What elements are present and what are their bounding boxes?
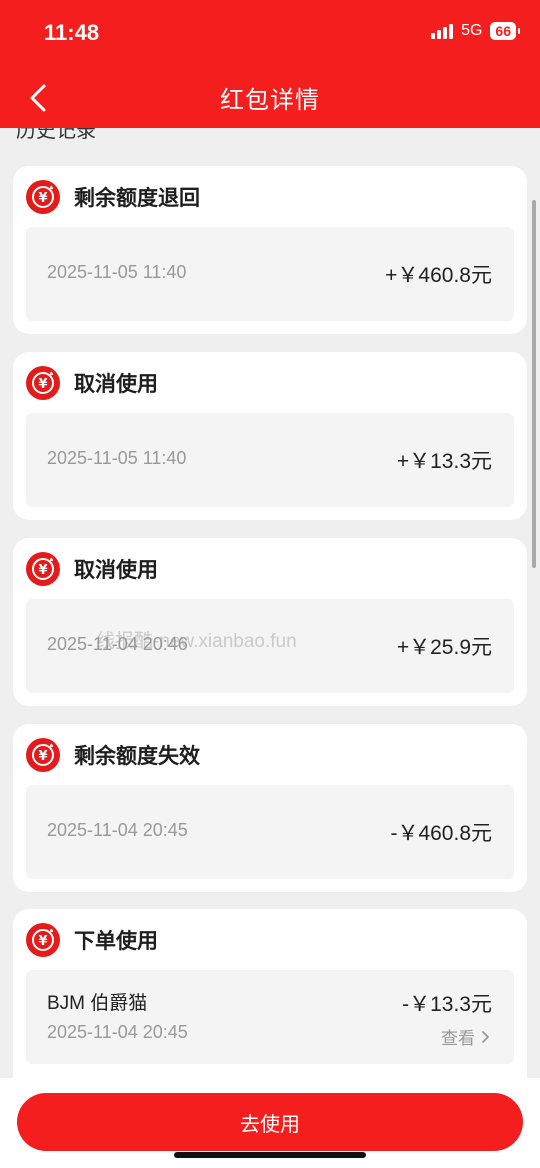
- network-type: 5G: [461, 22, 483, 39]
- record-header: ¥ 取消使用: [26, 552, 158, 586]
- svg-text:¥: ¥: [38, 749, 47, 764]
- record-date: 2025-11-04 20:45: [47, 1022, 188, 1042]
- svg-text:¥: ¥: [38, 563, 47, 578]
- record-title: 剩余额度退回: [74, 186, 200, 210]
- record-title: 取消使用: [74, 558, 158, 582]
- page-title: 红包详情: [220, 86, 320, 114]
- record-card: ¥ 取消使用 2025-11-04 20:46 +￥25.9元: [13, 538, 527, 706]
- record-detail: 2025-11-04 20:45 -￥460.8元: [26, 785, 514, 879]
- record-amount: -￥460.8元: [390, 822, 492, 845]
- merchant-name: BJM 伯爵猫: [47, 993, 148, 1014]
- record-header: ¥ 剩余额度失效: [26, 738, 200, 772]
- home-indicator[interactable]: [174, 1152, 366, 1158]
- record-title: 剩余额度失效: [74, 744, 200, 768]
- record-title: 取消使用: [74, 372, 158, 396]
- status-time: 11:48: [44, 20, 100, 45]
- record-date: 2025-11-05 11:40: [47, 448, 187, 468]
- record-amount: +￥25.9元: [396, 636, 492, 659]
- record-header: ¥ 取消使用: [26, 366, 158, 400]
- record-amount: +￥460.8元: [385, 264, 492, 287]
- record-card: ¥ 下单使用 BJM 伯爵猫 2025-11-04 20:45 -￥13.3元 …: [13, 909, 527, 1078]
- battery-icon: 66: [490, 22, 520, 40]
- record-detail: 2025-11-05 11:40 +￥13.3元: [26, 413, 514, 507]
- record-card: ¥ 取消使用 2025-11-05 11:40 +￥13.3元: [13, 352, 527, 520]
- record-amount: +￥13.3元: [396, 450, 492, 473]
- view-order-link[interactable]: 查看: [441, 1024, 490, 1049]
- record-detail: 2025-11-05 11:40 +￥460.8元: [26, 227, 514, 321]
- record-date: 2025-11-04 20:46: [47, 634, 188, 654]
- record-title: 下单使用: [74, 929, 158, 953]
- signal-icon: [431, 23, 454, 39]
- record-date: 2025-11-04 20:45: [47, 820, 188, 840]
- svg-text:¥: ¥: [38, 191, 47, 206]
- status-indicators: 5G 66: [431, 22, 520, 40]
- svg-text:¥: ¥: [38, 934, 47, 949]
- svg-text:¥: ¥: [38, 377, 47, 392]
- record-card: ¥ 剩余额度失效 2025-11-04 20:45 -￥460.8元: [13, 724, 527, 892]
- record-header: ¥ 剩余额度退回: [26, 180, 200, 214]
- use-button[interactable]: 去使用: [17, 1093, 523, 1151]
- footer-bar: 去使用: [0, 1078, 540, 1168]
- red-packet-coin-icon: ¥: [26, 552, 60, 586]
- app-header: 11:48 5G 66 红包详情: [0, 0, 540, 128]
- chevron-right-icon: [482, 1030, 489, 1043]
- red-packet-coin-icon: ¥: [26, 180, 60, 214]
- record-date: 2025-11-05 11:40: [47, 262, 187, 282]
- history-list[interactable]: 历史记录 ¥ 剩余额度退回 2025-11-05 11:40 +￥460.8元 …: [0, 128, 540, 1078]
- record-detail: 2025-11-04 20:46 +￥25.9元: [26, 599, 514, 693]
- record-header: ¥ 下单使用: [26, 923, 158, 957]
- view-link-label: 查看: [441, 1029, 475, 1049]
- red-packet-coin-icon: ¥: [26, 923, 60, 957]
- record-detail: BJM 伯爵猫 2025-11-04 20:45 -￥13.3元 查看: [26, 970, 514, 1064]
- record-card: ¥ 剩余额度退回 2025-11-05 11:40 +￥460.8元: [13, 166, 527, 334]
- scrollbar[interactable]: [532, 200, 536, 568]
- section-title: 历史记录: [16, 128, 96, 142]
- record-amount: -￥13.3元: [402, 993, 492, 1016]
- red-packet-coin-icon: ¥: [26, 366, 60, 400]
- red-packet-coin-icon: ¥: [26, 738, 60, 772]
